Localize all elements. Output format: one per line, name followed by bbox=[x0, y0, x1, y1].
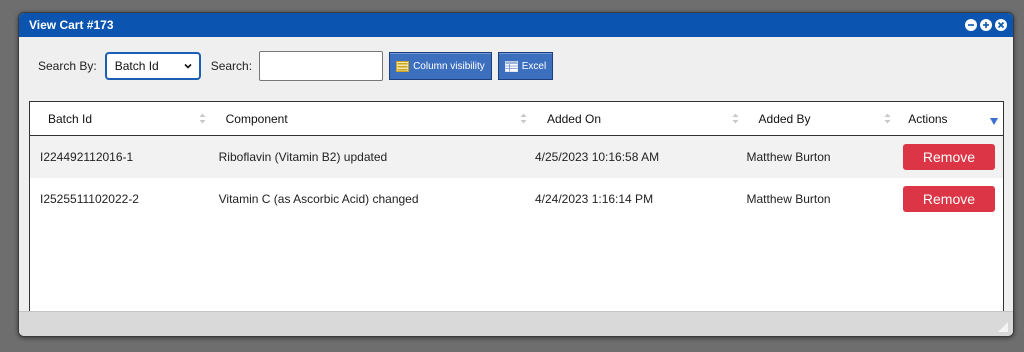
cart-dialog: View Cart #173 Search By: Batch Id Searc… bbox=[18, 12, 1014, 337]
search-by-select[interactable]: Batch Id bbox=[104, 52, 201, 80]
chevron-down-icon bbox=[184, 63, 192, 69]
cell-added-on: 4/25/2023 10:16:58 AM bbox=[534, 150, 660, 164]
header-actions: Actions bbox=[908, 111, 948, 126]
cart-table: Batch Id Component Added On Added By Act… bbox=[29, 101, 1004, 313]
search-by-value: Batch Id bbox=[114, 59, 159, 73]
excel-label: Excel bbox=[521, 60, 547, 72]
remove-button[interactable]: Remove bbox=[902, 186, 995, 212]
dialog-title: View Cart #173 bbox=[29, 18, 114, 32]
column-visibility-label: Column visibility bbox=[413, 60, 485, 72]
close-icon[interactable] bbox=[995, 19, 1007, 31]
header-component[interactable]: Component bbox=[214, 102, 535, 135]
column-visibility-button[interactable]: Column visibility bbox=[389, 52, 492, 80]
cell-actions: Remove bbox=[899, 186, 1003, 212]
caret-down-icon[interactable] bbox=[990, 118, 998, 125]
window-controls bbox=[965, 19, 1007, 31]
cell-added-by: Matthew Burton bbox=[746, 192, 831, 206]
cell-component: Vitamin C (as Ascorbic Acid) changed bbox=[218, 192, 419, 206]
cell-batch-id: I2525511102022-2 bbox=[40, 192, 139, 206]
cell-added-by: Matthew Burton bbox=[746, 150, 831, 164]
sort-icon bbox=[732, 113, 739, 124]
cell-added-on: 4/24/2023 1:16:14 PM bbox=[534, 192, 654, 206]
header-added-on[interactable]: Added On bbox=[535, 102, 747, 135]
minimize-icon[interactable] bbox=[965, 19, 977, 31]
sort-icon bbox=[520, 113, 527, 124]
resize-handle-icon[interactable] bbox=[998, 322, 1008, 332]
cell-batch-id: I224492112016-1 bbox=[40, 150, 134, 164]
sort-icon bbox=[199, 113, 206, 124]
table-icon bbox=[504, 60, 518, 72]
search-label: Search: bbox=[210, 59, 253, 73]
search-by-label: Search By: bbox=[38, 59, 97, 73]
cell-component: Riboflavin (Vitamin B2) updated bbox=[218, 150, 388, 164]
table-row: I2525511102022-2 Vitamin C (as Ascorbic … bbox=[30, 178, 1003, 220]
toolbar: Search By: Batch Id Search: Column visib… bbox=[19, 37, 1013, 95]
remove-button[interactable]: Remove bbox=[902, 144, 995, 170]
header-batch-id[interactable]: Batch Id bbox=[30, 102, 214, 135]
header-added-by[interactable]: Added By bbox=[747, 102, 900, 135]
status-bar bbox=[19, 311, 1013, 336]
excel-button[interactable]: Excel bbox=[497, 52, 554, 80]
maximize-icon[interactable] bbox=[980, 19, 992, 31]
cell-actions: Remove bbox=[899, 144, 1003, 170]
table-row: I224492112016-1 Riboflavin (Vitamin B2) … bbox=[30, 136, 1003, 178]
search-input[interactable] bbox=[259, 51, 384, 81]
sort-icon bbox=[884, 113, 891, 124]
column-visibility-icon bbox=[396, 60, 410, 72]
table-header: Batch Id Component Added On Added By Act… bbox=[30, 102, 1003, 136]
dialog-titlebar[interactable]: View Cart #173 bbox=[19, 13, 1013, 37]
